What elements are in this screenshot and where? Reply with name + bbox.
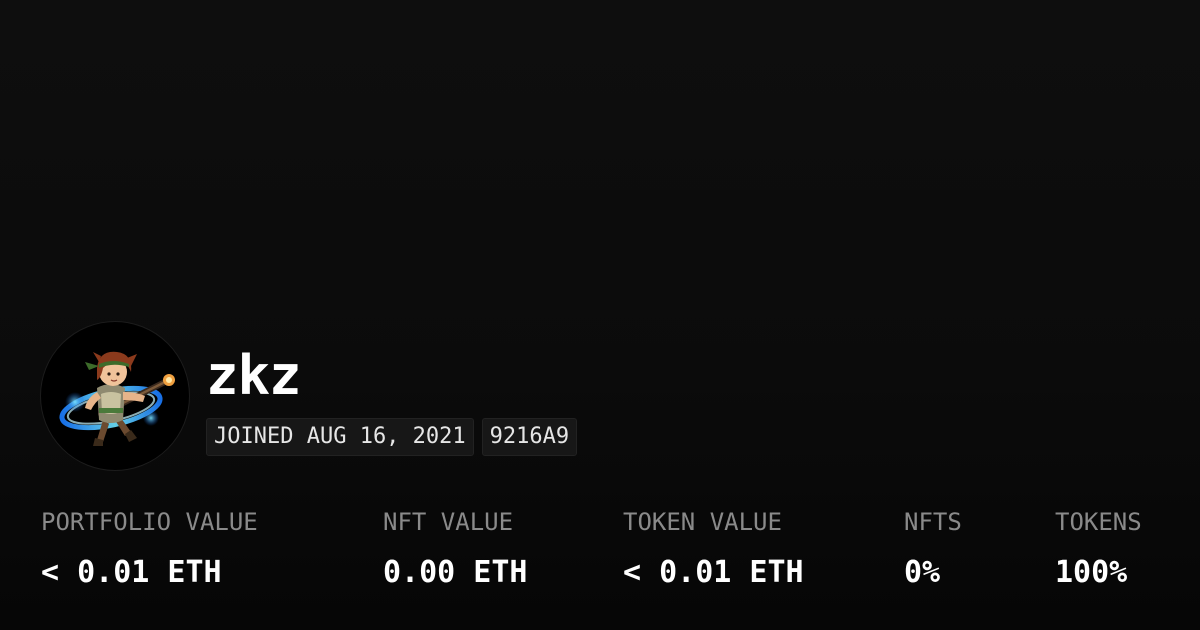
profile-header: zkz JOINED AUG 16, 2021 9216A9 bbox=[40, 321, 585, 471]
username: zkz bbox=[206, 344, 302, 407]
stat-value: 0% bbox=[904, 555, 941, 590]
stat-label: TOKEN VALUE bbox=[623, 508, 782, 536]
stat-tokens: TOKENS 100% bbox=[1055, 505, 1142, 593]
stat-nfts: NFTS 0% bbox=[904, 505, 962, 593]
stat-token-value: TOKEN VALUE < 0.01 ETH bbox=[623, 505, 804, 593]
identity: zkz JOINED AUG 16, 2021 9216A9 bbox=[206, 321, 585, 456]
badge-row: JOINED AUG 16, 2021 9216A9 bbox=[206, 418, 585, 456]
stat-value: 100% bbox=[1055, 555, 1128, 590]
stat-value: < 0.01 ETH bbox=[623, 555, 804, 590]
warrior-avatar-icon bbox=[59, 351, 175, 446]
stats-row: PORTFOLIO VALUE < 0.01 ETH NFT VALUE 0.0… bbox=[0, 505, 1200, 605]
color-code-badge: 9216A9 bbox=[481, 418, 578, 456]
joined-date-badge: JOINED AUG 16, 2021 bbox=[206, 418, 474, 456]
stat-label: TOKENS bbox=[1055, 508, 1142, 536]
stat-nft-value: NFT VALUE 0.00 ETH bbox=[383, 505, 528, 593]
avatar[interactable] bbox=[40, 321, 190, 471]
stat-value: 0.00 ETH bbox=[383, 555, 528, 590]
stat-portfolio-value: PORTFOLIO VALUE < 0.01 ETH bbox=[41, 505, 258, 593]
stat-label: NFT VALUE bbox=[383, 508, 514, 536]
stat-label: PORTFOLIO VALUE bbox=[41, 508, 258, 536]
stat-value: < 0.01 ETH bbox=[41, 555, 222, 590]
stat-label: NFTS bbox=[904, 508, 962, 536]
